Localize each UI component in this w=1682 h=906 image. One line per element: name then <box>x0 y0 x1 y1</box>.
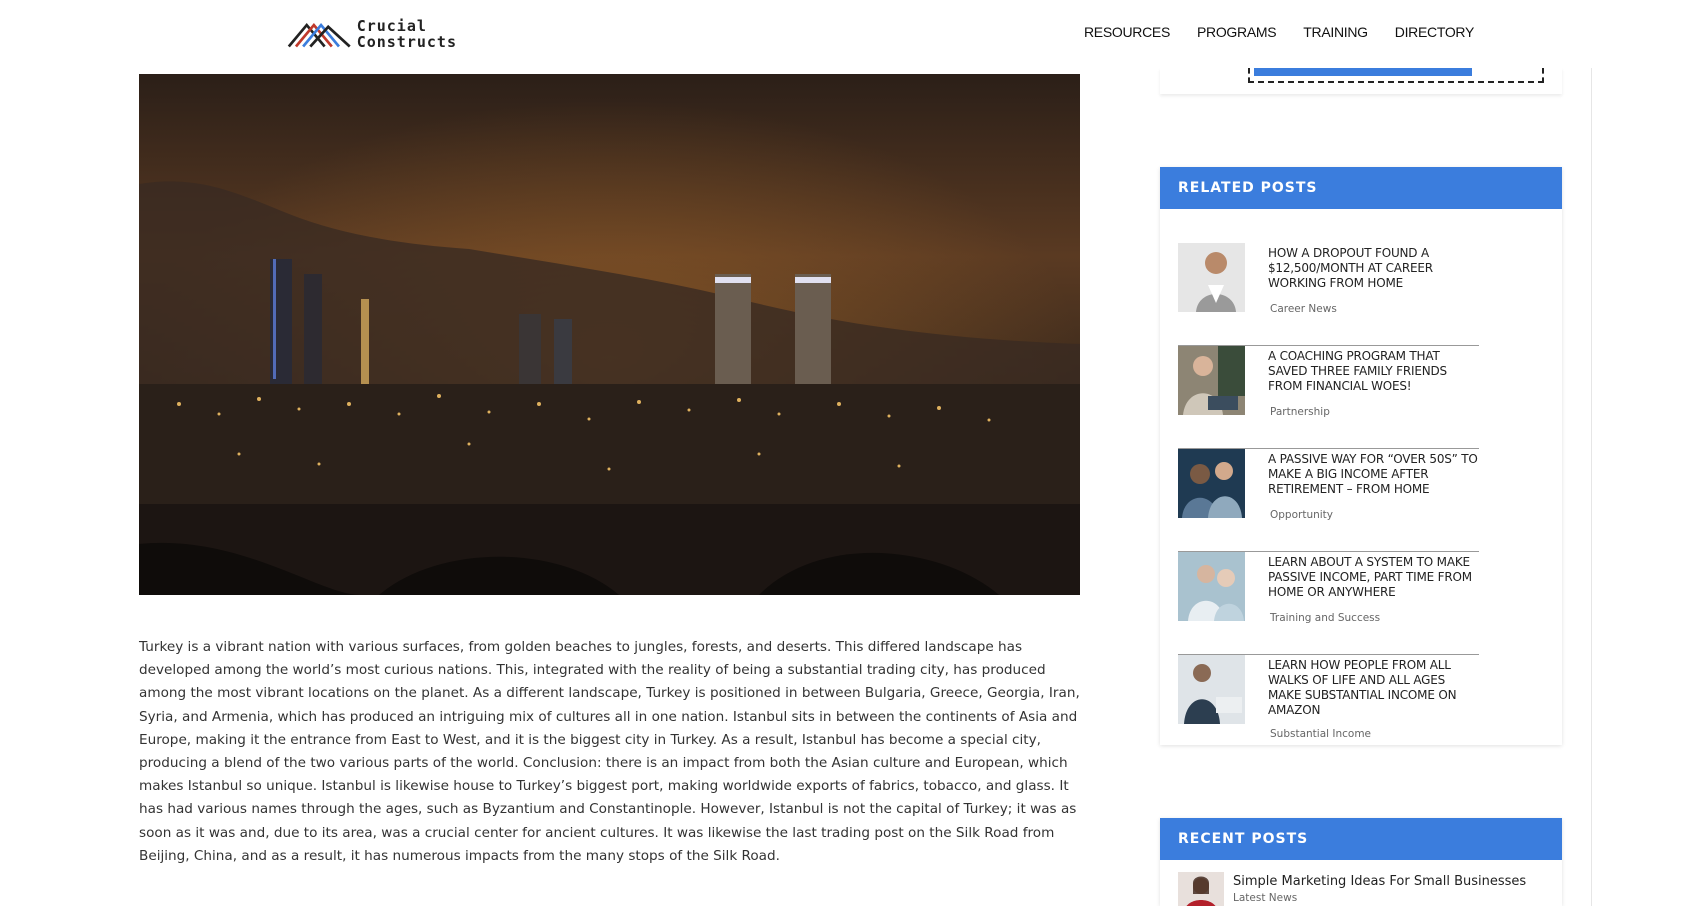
recent-post-thumbnail[interactable] <box>1178 872 1224 906</box>
article-body: Turkey is a vibrant nation with various … <box>139 639 1080 864</box>
related-post-title[interactable]: LEARN ABOUT A SYSTEM TO MAKE PASSIVE INC… <box>1268 555 1478 600</box>
logo-mark-icon <box>287 22 351 48</box>
related-post-thumbnail[interactable] <box>1178 655 1245 724</box>
related-post-title[interactable]: A COACHING PROGRAM THAT SAVED THREE FAMI… <box>1268 349 1478 394</box>
recent-posts-widget: RECENT POSTS Simple Marketing Ideas For … <box>1160 818 1562 906</box>
subscribe-button-fill <box>1254 68 1472 76</box>
related-posts-title: RELATED POSTS <box>1160 167 1562 209</box>
related-post-item[interactable]: HOW A DROPOUT FOUND A $12,500/MONTH AT C… <box>1178 243 1479 346</box>
sidebar-divider <box>1591 68 1592 906</box>
site-logo[interactable]: Crucial Constructs <box>287 14 457 54</box>
recent-posts-title: RECENT POSTS <box>1160 818 1562 860</box>
recent-post-title[interactable]: Simple Marketing Ideas For Small Busines… <box>1233 874 1526 889</box>
related-post-item[interactable]: A PASSIVE WAY FOR “OVER 50S” TO MAKE A B… <box>1178 449 1479 552</box>
related-post-item[interactable]: LEARN HOW PEOPLE FROM ALL WALKS OF LIFE … <box>1178 655 1479 758</box>
nav-programs[interactable]: PROGRAMS <box>1197 24 1277 40</box>
main-nav: RESOURCES PROGRAMS TRAINING DIRECTORY <box>1084 24 1501 40</box>
related-posts-widget: RELATED POSTS HOW A DROPOUT FOUND A $12,… <box>1160 167 1562 745</box>
related-post-item[interactable]: LEARN ABOUT A SYSTEM TO MAKE PASSIVE INC… <box>1178 552 1479 655</box>
related-post-title[interactable]: A PASSIVE WAY FOR “OVER 50S” TO MAKE A B… <box>1268 452 1478 497</box>
nav-training[interactable]: TRAINING <box>1303 24 1368 40</box>
related-post-thumbnail[interactable] <box>1178 449 1245 518</box>
related-post-category[interactable]: Training and Success <box>1270 612 1380 624</box>
nav-resources[interactable]: RESOURCES <box>1084 24 1170 40</box>
logo-text: Crucial Constructs <box>357 18 457 50</box>
related-post-category[interactable]: Substantial Income <box>1270 728 1371 740</box>
site-header: Crucial Constructs RESOURCES PROGRAMS TR… <box>0 0 1682 68</box>
related-post-category[interactable]: Opportunity <box>1270 509 1333 521</box>
related-post-title[interactable]: LEARN HOW PEOPLE FROM ALL WALKS OF LIFE … <box>1268 658 1478 718</box>
related-post-item[interactable]: A COACHING PROGRAM THAT SAVED THREE FAMI… <box>1178 346 1479 449</box>
recent-post-category[interactable]: Latest News <box>1233 892 1297 904</box>
logo-line-2: Constructs <box>356 33 457 51</box>
top-widget <box>1160 68 1562 94</box>
related-post-category[interactable]: Partnership <box>1270 406 1330 418</box>
related-post-category[interactable]: Career News <box>1270 303 1337 315</box>
logo-line-1: Crucial <box>356 17 427 35</box>
related-post-thumbnail[interactable] <box>1178 243 1245 312</box>
related-post-title[interactable]: HOW A DROPOUT FOUND A $12,500/MONTH AT C… <box>1268 246 1478 291</box>
recent-post-item[interactable]: Simple Marketing Ideas For Small Busines… <box>1178 872 1548 906</box>
related-post-thumbnail[interactable] <box>1178 346 1245 415</box>
subscribe-button[interactable] <box>1248 68 1544 83</box>
nav-directory[interactable]: DIRECTORY <box>1395 24 1475 40</box>
featured-image <box>139 74 1080 595</box>
related-post-thumbnail[interactable] <box>1178 552 1245 621</box>
